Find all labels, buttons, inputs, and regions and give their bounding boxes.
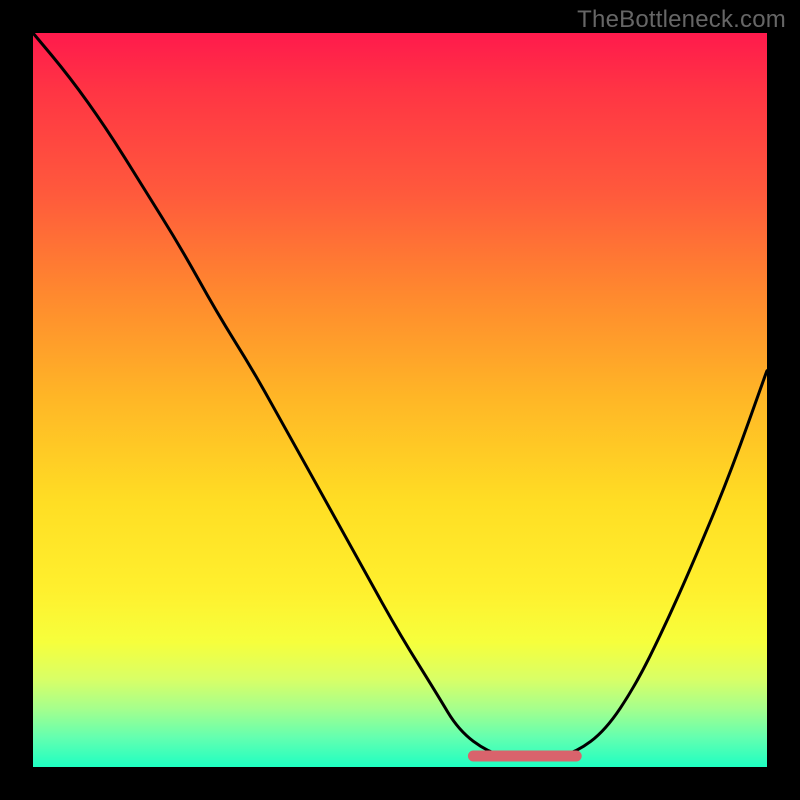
bottleneck-curve-path	[33, 33, 767, 760]
curve-layer	[33, 33, 767, 767]
watermark-text: TheBottleneck.com	[577, 6, 786, 34]
plot-area	[33, 33, 767, 767]
chart-frame: TheBottleneck.com	[0, 0, 800, 800]
